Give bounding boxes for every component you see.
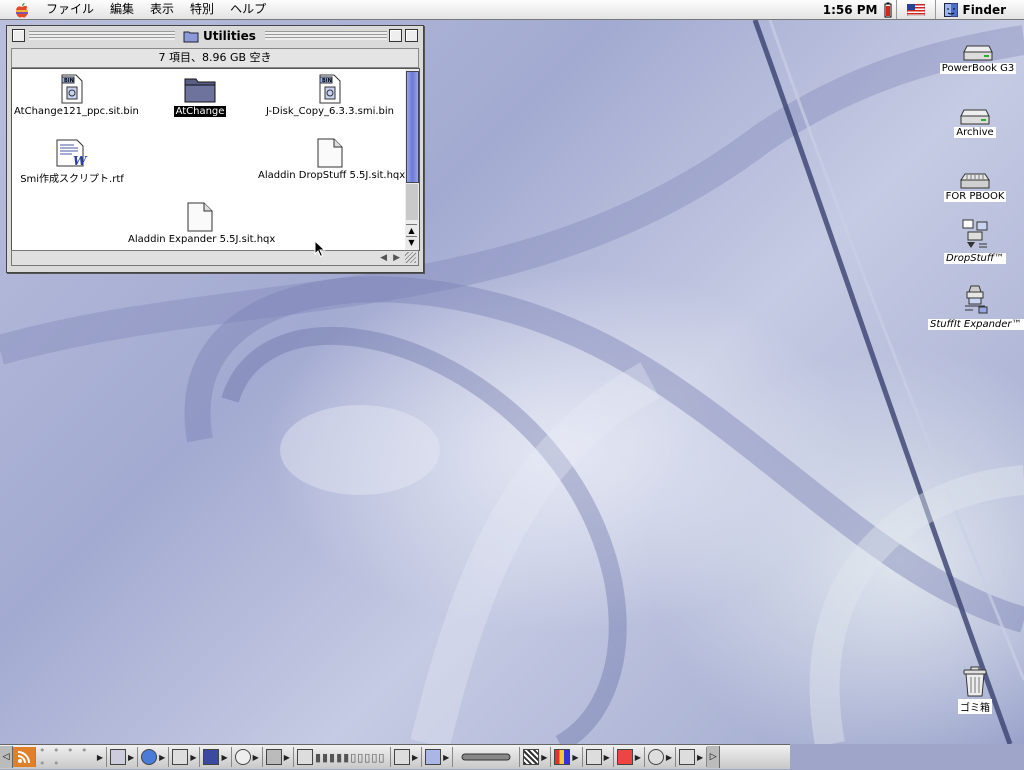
volume-icon[interactable]: ▶ xyxy=(676,747,707,767)
scroll-down-arrow[interactable]: ▼ xyxy=(406,236,417,248)
menu-help[interactable]: ヘルプ xyxy=(222,0,274,19)
desktop-icon-label: StuffIt Expander™ xyxy=(928,319,1024,330)
desktop-icon-archive[interactable]: Archive xyxy=(936,106,1014,138)
file-name: Aladdin DropStuff 5.5J.sit.hqx xyxy=(256,170,407,181)
desktop-icon-label: FOR PBOOK xyxy=(944,191,1007,202)
lock-icon[interactable]: ▶ xyxy=(263,747,294,767)
battery-icon[interactable] xyxy=(884,2,892,18)
menu-special[interactable]: 特別 xyxy=(182,0,222,19)
file-name: Aladdin Expander 5.5J.sit.hqx xyxy=(126,234,277,245)
keyboard-layout-flag-icon[interactable] xyxy=(907,4,925,16)
desktop-icon-label: Archive xyxy=(954,127,995,138)
desktop-icon-trash[interactable]: ゴミ箱 xyxy=(944,666,1006,714)
dropstuff-alias-icon xyxy=(959,216,991,252)
file-item[interactable]: W Smi作成スクリプト.rtf xyxy=(12,137,132,185)
monitor-icon[interactable]: ▶ xyxy=(107,747,138,767)
control-strip-end-tab[interactable]: ▷ xyxy=(707,746,720,768)
location-icon[interactable] xyxy=(453,747,520,767)
file-name: AtChange121_ppc.sit.bin xyxy=(12,106,141,117)
folder-icon xyxy=(183,29,199,43)
network-volume-icon xyxy=(959,170,991,190)
bin-file-icon: BIN xyxy=(314,73,346,105)
remote-access-icon[interactable]: ▶ xyxy=(583,747,614,767)
svg-text:BIN: BIN xyxy=(64,78,74,84)
mouse-pointer-icon xyxy=(314,240,326,258)
keyboard-icon[interactable]: ▶ xyxy=(200,747,231,767)
quicktime-icon[interactable]: ▶ xyxy=(138,747,169,767)
svg-text:BIN: BIN xyxy=(322,78,332,84)
desktop-icon-stuffit-expander[interactable]: StuffIt Expander™ xyxy=(928,282,1022,330)
desktop-icon-for-pbook[interactable]: FOR PBOOK xyxy=(936,170,1014,202)
finder-icon xyxy=(944,3,958,17)
desktop-icon-label: DropStuff™ xyxy=(944,253,1006,264)
application-menu[interactable]: Finder xyxy=(940,3,1024,17)
file-item[interactable]: Aladdin DropStuff 5.5J.sit.hqx xyxy=(256,137,404,181)
scroll-thumb[interactable] xyxy=(406,71,419,183)
file-item[interactable]: AtChange xyxy=(152,73,248,117)
file-item[interactable]: Aladdin Expander 5.5J.sit.hqx xyxy=(126,201,274,245)
resize-grow-box[interactable] xyxy=(405,252,416,263)
vertical-scrollbar[interactable]: ▲ ▼ xyxy=(405,68,420,251)
collapse-box[interactable] xyxy=(405,29,418,42)
file-item[interactable]: BIN AtChange121_ppc.sit.bin xyxy=(12,73,132,117)
file-item[interactable]: BIN J-Disk_Copy_6.3.3.smi.bin xyxy=(258,73,402,117)
zoom-box[interactable] xyxy=(389,29,402,42)
desktop-icon-label: PowerBook G3 xyxy=(940,63,1016,74)
folder-icon xyxy=(183,73,217,105)
printer-icon[interactable]: ▶ xyxy=(169,747,200,767)
desktop-icon-powerbook-g3[interactable]: PowerBook G3 xyxy=(936,42,1020,74)
web-sharing-icon[interactable]: ▶ xyxy=(614,747,645,767)
application-name: Finder xyxy=(963,3,1007,17)
speech-icon[interactable]: ▶ xyxy=(645,747,676,767)
apple-menu-icon[interactable] xyxy=(14,2,30,18)
desktop-icon-label: ゴミ箱 xyxy=(958,699,992,714)
window-title-bar[interactable]: Utilities xyxy=(7,26,423,46)
scroll-left-arrow[interactable]: ◀ xyxy=(380,251,387,265)
printer-select-icon[interactable]: ▶ xyxy=(391,747,422,767)
bin-file-icon: BIN xyxy=(56,73,88,105)
cd-icon[interactable]: ▶ xyxy=(232,747,263,767)
rtf-document-icon: W xyxy=(55,137,89,169)
window-content[interactable]: BIN AtChange121_ppc.sit.bin AtChange BIN… xyxy=(11,68,407,251)
generic-document-icon xyxy=(315,137,345,169)
rss-icon[interactable] xyxy=(13,747,36,767)
stuffit-expander-alias-icon xyxy=(959,282,991,318)
close-box[interactable] xyxy=(12,29,25,42)
window-title-text: Utilities xyxy=(203,27,256,45)
sound-level-icon[interactable]: ▮▮▮▮▮▯▯▯▯▯ xyxy=(315,751,386,764)
menu-bar: ファイル 編集 表示 特別 ヘルプ 1:56 PM Finder xyxy=(0,0,1024,20)
menu-edit[interactable]: 編集 xyxy=(102,0,142,19)
color-depth-icon[interactable]: ▶ xyxy=(520,747,551,767)
control-strip-collapse-tab[interactable]: ◁ xyxy=(0,746,13,768)
file-name: Smi作成スクリプト.rtf xyxy=(18,170,126,185)
file-name: AtChange xyxy=(174,106,227,117)
scroll-up-arrow[interactable]: ▲ xyxy=(406,224,417,236)
energy-icon[interactable]: ▮▮▮▮▮▯▯▯▯▯ xyxy=(294,747,391,767)
hard-disk-icon xyxy=(959,106,991,126)
window-title: Utilities xyxy=(177,27,262,45)
horizontal-scrollbar[interactable]: ◀ ▶ xyxy=(11,250,419,266)
scroll-track[interactable] xyxy=(406,184,418,220)
svg-text:W: W xyxy=(73,154,88,168)
hard-disk-icon xyxy=(962,42,994,62)
generic-document-icon xyxy=(185,201,215,233)
trash-icon xyxy=(962,666,988,698)
menu-file[interactable]: ファイル xyxy=(38,0,102,19)
appletalk-icon[interactable]: • • • • • •▶ xyxy=(36,747,107,767)
file-name: J-Disk_Copy_6.3.3.smi.bin xyxy=(264,106,396,117)
control-strip: ◁ • • • • • •▶ ▶ ▶ ▶ ▶ ▶ ▶ ▮▮▮▮▮▯▯▯▯▯ ▶ … xyxy=(0,744,790,769)
menu-view[interactable]: 表示 xyxy=(142,0,182,19)
scroll-right-arrow[interactable]: ▶ xyxy=(393,251,400,265)
desktop-icon-dropstuff[interactable]: DropStuff™ xyxy=(930,216,1020,264)
file-sharing-icon[interactable]: ▶ xyxy=(422,747,453,767)
finder-window[interactable]: Utilities 7 項目、8.96 GB 空き BIN AtChange12… xyxy=(6,25,424,273)
resolution-icon[interactable]: ▶ xyxy=(551,747,582,767)
window-info-header: 7 項目、8.96 GB 空き xyxy=(11,48,419,68)
menu-clock[interactable]: 1:56 PM xyxy=(823,3,884,17)
